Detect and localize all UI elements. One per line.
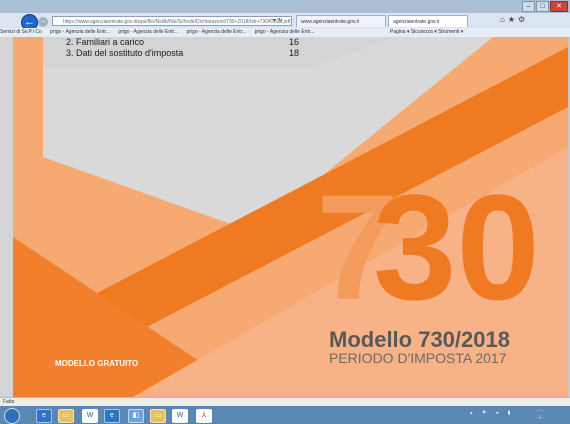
acrobat-icon[interactable]: ⅄ xyxy=(196,409,212,423)
favorite-item[interactable]: prigo - Agenzia delle Entr... xyxy=(50,29,110,35)
browser-toolbar-icons[interactable]: ⌂★⚙ xyxy=(500,15,528,24)
favorite-item[interactable]: Servizi di Sv.P.I Co xyxy=(0,29,42,35)
address-bar[interactable]: https://www.agenziaentrate.gov.it/wps/fi… xyxy=(52,16,292,26)
command-bar[interactable]: Pagina ▾ Sicurezza ▾ Strumenti ▾ xyxy=(390,28,463,37)
left-margin xyxy=(0,37,13,397)
maximize-icon[interactable]: □ xyxy=(536,1,549,12)
forward-button[interactable]: → xyxy=(38,17,48,27)
ie-icon[interactable]: e xyxy=(104,409,120,423)
address-bar-icons[interactable]: ⌕ ▾ ↻ xyxy=(268,16,283,26)
explorer-icon[interactable]: ◧ xyxy=(128,409,144,423)
document-subtitle: PERIODO D'IMPOSTA 2017 xyxy=(329,350,507,366)
system-tray[interactable]: ▴ ⚑ ◂ ▮ xyxy=(470,410,514,416)
window-titlebar: – □ ✕ xyxy=(0,0,570,13)
gear-icon[interactable]: ⚙ xyxy=(518,15,528,24)
window-controls: – □ ✕ xyxy=(522,1,568,12)
home-icon[interactable]: ⌂ xyxy=(500,15,508,24)
pdf-viewer[interactable]: 2. Familiari a carico 16 3. Dati del sos… xyxy=(13,37,568,397)
favorite-item[interactable]: prigo - Agenzia delle Entr... xyxy=(118,29,178,35)
folder-icon[interactable]: ▭ xyxy=(58,409,74,423)
tab-agenzia-entrate[interactable]: www.agenziaentrate.gov.it xyxy=(296,15,386,27)
folder-icon[interactable]: ▭ xyxy=(150,409,166,423)
close-icon[interactable]: ✕ xyxy=(550,1,568,12)
favorite-item[interactable]: prigo - Agenzia delle Entr... xyxy=(186,29,246,35)
word-icon[interactable]: W xyxy=(172,409,188,423)
taskbar-clock[interactable]: ··:·· ··/·· xyxy=(536,408,544,422)
minimize-icon[interactable]: – xyxy=(522,1,535,12)
logo-digits-30: 30 xyxy=(373,163,540,331)
ie-icon[interactable]: e xyxy=(36,409,52,423)
favorites-icon[interactable]: ★ xyxy=(508,15,518,24)
word-icon[interactable]: W xyxy=(82,409,98,423)
free-badge-text: MODELLO GRATUITO xyxy=(55,359,139,368)
tab-agenzia-entrate-2[interactable]: agenziaentrate.gov.it xyxy=(388,15,468,27)
favorite-item[interactable]: prigo - Agenzia delle Entr... xyxy=(255,29,315,35)
status-bar: Fatto xyxy=(0,397,570,406)
start-button[interactable] xyxy=(4,408,20,424)
